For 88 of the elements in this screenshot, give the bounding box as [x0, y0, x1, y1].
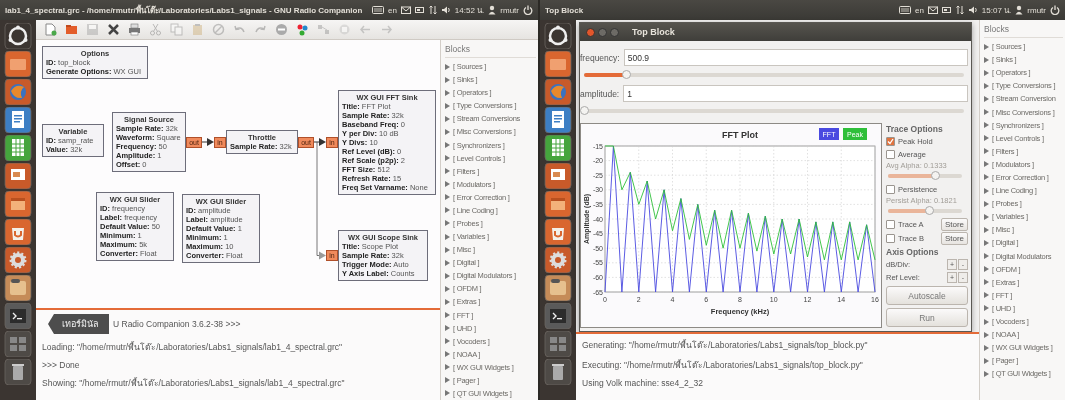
window-title: lab1_4_spectral.grc - /home/rmutr/พื้นโต๊ะ/Laboratories/Labs1_signals - GNU Radio Companion [5, 3, 364, 17]
gear-icon[interactable] [4, 247, 32, 273]
clock[interactable]: 14:52 น. [454, 3, 485, 17]
document-icon[interactable] [4, 107, 32, 133]
console-line: U Radio Companion 3.6.2-38 >>> [113, 319, 241, 329]
field-label: frequency: [580, 52, 620, 63]
connection-arrow [201, 138, 214, 146]
archive-icon[interactable] [4, 191, 32, 217]
spreadsheet-icon[interactable] [544, 135, 572, 161]
close-icon[interactable] [107, 23, 120, 36]
keyboard-layout[interactable]: en [914, 5, 924, 15]
clock[interactable]: 15:07 น. [981, 3, 1012, 17]
print-icon[interactable] [128, 23, 141, 36]
expand-arrow-icon[interactable] [984, 109, 989, 115]
chart-title: FFT Plot [722, 130, 758, 140]
action-button[interactable]: Run [886, 308, 968, 327]
value-field[interactable]: 1 [623, 85, 968, 102]
slider[interactable] [888, 209, 962, 213]
window-title: Top Block [545, 5, 585, 15]
expand-arrow-icon[interactable] [445, 142, 450, 148]
tooltip: เทอร์มินัล [48, 314, 109, 334]
checkbox[interactable] [886, 234, 895, 243]
power-icon[interactable] [523, 5, 533, 15]
close-button[interactable] [586, 27, 595, 37]
shopping-bag-icon[interactable] [544, 219, 572, 245]
color-dots-icon[interactable] [296, 23, 309, 36]
panel-title: Blocks [984, 23, 1063, 38]
terminal-icon[interactable] [4, 303, 32, 329]
checkbox[interactable] [886, 149, 895, 159]
panel-title: Blocks [445, 43, 536, 58]
shopping-bag-icon[interactable] [4, 219, 32, 245]
box-icon[interactable] [544, 275, 572, 301]
expand-arrow-icon[interactable] [445, 312, 450, 318]
minimize-button[interactable] [598, 27, 607, 37]
document-icon[interactable] [544, 107, 572, 133]
console-line: Using Volk machine: sse4_2_32 [582, 378, 704, 388]
user-name[interactable]: rmutr [1027, 5, 1046, 15]
console-line: Showing: "/home/rmutr/พื้นโต๊ะ/Laboratories/Labs1_signals/lab1_4_spectral.grc" [42, 376, 346, 390]
user-name[interactable]: rmutr [500, 5, 519, 15]
open-icon[interactable] [65, 23, 78, 36]
archive-icon[interactable] [544, 191, 572, 217]
power-icon[interactable] [1050, 5, 1060, 15]
globe-icon[interactable] [4, 79, 32, 105]
checkbox[interactable] [886, 136, 895, 146]
folder-icon[interactable] [4, 51, 32, 77]
section-title: Axis Options [886, 247, 940, 257]
slider[interactable] [888, 174, 962, 178]
network-icon[interactable] [428, 5, 437, 15]
value-field[interactable]: 500.9 [623, 49, 968, 66]
section-title: Trace Options [886, 124, 944, 134]
field-label: amplitude: [580, 88, 620, 99]
presentation-icon[interactable] [4, 163, 32, 189]
minus-circle-icon[interactable] [275, 23, 288, 36]
gear-icon[interactable] [544, 247, 572, 273]
battery-icon[interactable] [941, 5, 952, 15]
volume-icon[interactable] [967, 5, 978, 15]
new-file-icon[interactable] [44, 23, 57, 36]
battery-icon[interactable] [414, 5, 425, 15]
user-icon[interactable] [488, 5, 497, 15]
workspace-icon[interactable] [4, 331, 32, 357]
checkbox[interactable] [886, 220, 895, 229]
volume-icon[interactable] [440, 5, 451, 15]
presentation-icon[interactable] [544, 163, 572, 189]
network-icon[interactable] [955, 5, 964, 15]
console-line: Loading: "/home/rmutr/พื้นโต๊ะ/Laboratories/Labs1_signals/lab1_4_spectral.grc" [42, 340, 344, 354]
maximize-button[interactable] [610, 27, 619, 37]
globe-icon[interactable] [544, 79, 572, 105]
mail-icon[interactable] [400, 5, 411, 15]
checkbox[interactable] [886, 184, 895, 194]
keyboard-icon[interactable] [898, 5, 911, 15]
console-line: Executing: "/home/rmutr/พื้นโต๊ะ/Laboratories/Labs1_signals/top_block.py" [582, 358, 864, 372]
terminal-icon[interactable] [544, 303, 572, 329]
mail-icon[interactable] [927, 5, 938, 15]
trash-icon[interactable] [4, 359, 32, 385]
console-line: Generating: "/home/rmutr/พื้นโต๊ะ/Laboratories/Labs1_signals/top_block.py" [582, 338, 869, 352]
box-icon[interactable] [4, 275, 32, 301]
spreadsheet-icon[interactable] [4, 135, 32, 161]
user-icon[interactable] [1015, 5, 1024, 15]
folder-icon[interactable] [544, 51, 572, 77]
store-button[interactable]: Store [940, 218, 968, 231]
action-button[interactable]: Autoscale [886, 286, 968, 305]
window-title: Top Block [632, 27, 675, 37]
trash-icon[interactable] [544, 359, 572, 385]
store-button[interactable]: Store [940, 232, 968, 245]
console-line: >>> Done [42, 360, 81, 370]
keyboard-icon[interactable] [371, 5, 384, 15]
workspace-icon[interactable] [544, 331, 572, 357]
keyboard-layout[interactable]: en [387, 5, 397, 15]
